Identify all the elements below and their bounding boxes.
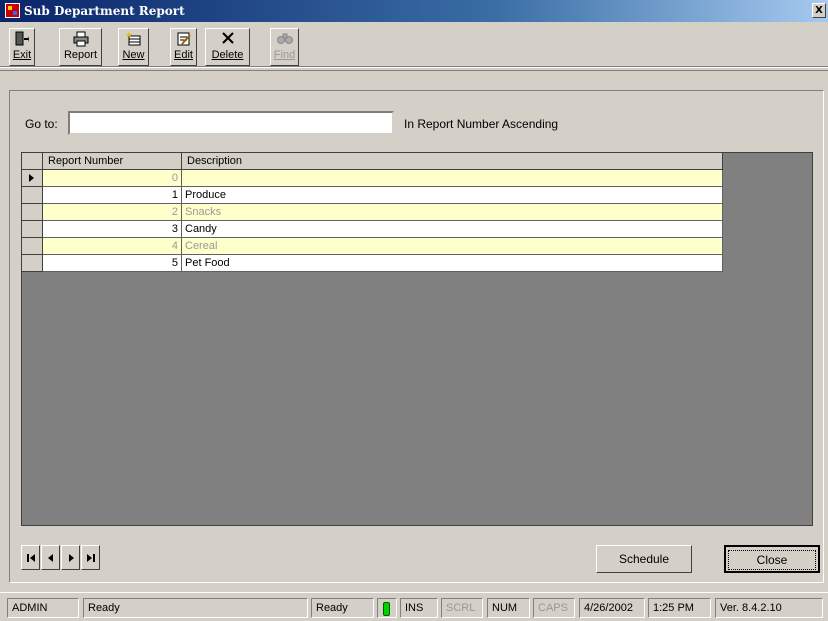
cell-description[interactable]: Produce — [182, 187, 723, 204]
printer-icon — [60, 31, 101, 49]
sort-order-label: In Report Number Ascending — [404, 117, 559, 131]
table-row[interactable]: 2 Snacks — [22, 204, 723, 221]
status-scrl: SCRL — [441, 598, 483, 618]
table-row[interactable]: 1 Produce — [22, 187, 723, 204]
previous-record-button[interactable] — [41, 545, 60, 570]
edit-button[interactable]: Edit — [170, 28, 197, 66]
cell-report-number[interactable]: 1 — [43, 187, 182, 204]
x-delete-icon — [206, 31, 249, 49]
next-record-button[interactable] — [61, 545, 80, 570]
window-title: Sub Department Report — [24, 4, 185, 18]
cell-description[interactable]: Pet Food — [182, 255, 723, 272]
row-selector[interactable] — [22, 170, 43, 187]
previous-record-icon — [48, 554, 53, 562]
goto-input[interactable] — [68, 111, 394, 135]
status-version: Ver. 8.4.2.10 — [715, 598, 823, 618]
activity-indicator — [377, 598, 397, 618]
cell-report-number[interactable]: 4 — [43, 238, 182, 255]
row-selector[interactable] — [22, 221, 43, 238]
report-button[interactable]: Report — [59, 28, 102, 66]
grid-corner-header — [22, 153, 43, 170]
schedule-button[interactable]: Schedule — [596, 545, 692, 573]
row-selector[interactable] — [22, 204, 43, 221]
edit-icon — [171, 31, 196, 49]
status-bar: ADMIN Ready Ready INS SCRL NUM CAPS 4/26… — [0, 592, 828, 621]
status-ins: INS — [400, 598, 438, 618]
cell-report-number[interactable]: 2 — [43, 204, 182, 221]
schedule-button-label: Schedule — [618, 552, 670, 566]
close-button[interactable]: Close — [724, 545, 820, 573]
activity-led-icon — [383, 602, 390, 616]
cell-report-number[interactable]: 0 — [43, 170, 182, 187]
status-date: 4/26/2002 — [579, 598, 645, 618]
last-record-button[interactable] — [81, 545, 100, 570]
close-button-label: Close — [727, 550, 817, 570]
status-time: 1:25 PM — [648, 598, 711, 618]
cell-description[interactable]: Candy — [182, 221, 723, 238]
exit-button[interactable]: Exit — [9, 28, 35, 66]
cell-description[interactable]: Snacks — [182, 204, 723, 221]
table-row[interactable]: 5 Pet Food — [22, 255, 723, 272]
current-row-arrow-icon — [29, 174, 34, 182]
new-record-icon — [119, 31, 148, 49]
row-selector[interactable] — [22, 238, 43, 255]
new-button[interactable]: New — [118, 28, 149, 66]
table-row[interactable]: 3 Candy — [22, 221, 723, 238]
binoculars-icon — [271, 31, 298, 49]
data-grid[interactable]: Report Number Description 0 1 Produce 2 … — [21, 152, 813, 526]
first-record-button[interactable] — [21, 545, 40, 570]
toolbar: Exit Report New Edit Delete Find — [0, 22, 828, 71]
row-selector[interactable] — [22, 255, 43, 272]
status-caps: CAPS — [533, 598, 575, 618]
status-num: NUM — [487, 598, 530, 618]
toolbar-separator — [0, 66, 828, 68]
column-header-description[interactable]: Description — [182, 153, 723, 170]
next-record-icon — [69, 554, 74, 562]
status-user: ADMIN — [7, 598, 79, 618]
cell-report-number[interactable]: 5 — [43, 255, 182, 272]
table-row[interactable]: 4 Cereal — [22, 238, 723, 255]
delete-button[interactable]: Delete — [205, 28, 250, 66]
table-row[interactable]: 0 — [22, 170, 723, 187]
status-state: Ready — [311, 598, 374, 618]
cell-report-number[interactable]: 3 — [43, 221, 182, 238]
cell-description[interactable] — [182, 170, 723, 187]
cell-description[interactable]: Cereal — [182, 238, 723, 255]
column-header-report-number[interactable]: Report Number — [43, 153, 182, 170]
window-close-button[interactable]: X — [812, 3, 826, 18]
row-selector[interactable] — [22, 187, 43, 204]
app-icon — [5, 3, 20, 18]
goto-label: Go to: — [25, 117, 58, 131]
title-bar: Sub Department Report X — [0, 0, 828, 22]
status-message: Ready — [83, 598, 308, 618]
find-button[interactable]: Find — [270, 28, 299, 66]
door-exit-icon — [10, 31, 34, 49]
